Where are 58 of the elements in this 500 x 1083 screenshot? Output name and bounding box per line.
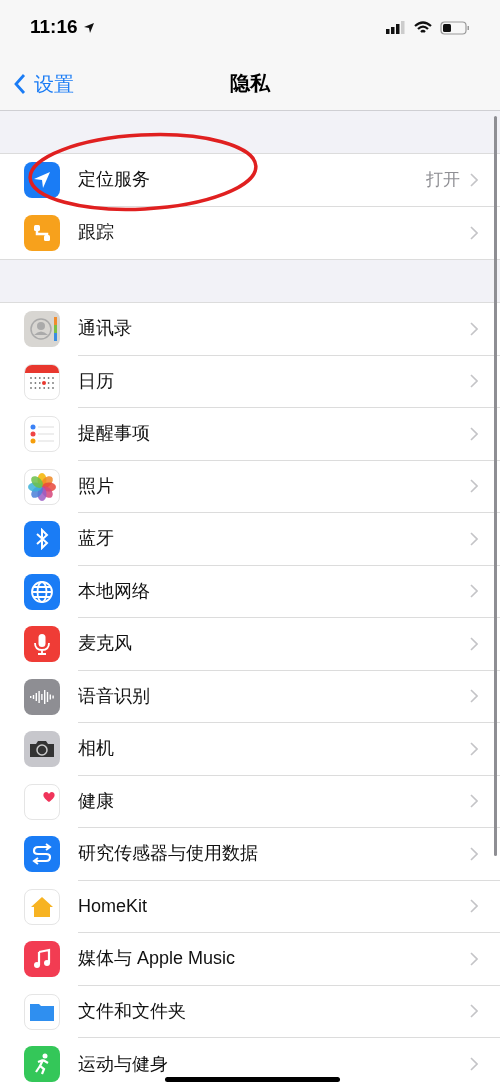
settings-row[interactable]: HomeKit — [0, 880, 500, 933]
chevron-icon — [470, 741, 478, 756]
settings-row[interactable]: 运动与健身 — [0, 1038, 500, 1083]
status-value: 打开 — [426, 169, 460, 191]
chevron-icon — [470, 172, 478, 187]
settings-row[interactable]: 文件和文件夹 — [0, 985, 500, 1038]
waveform-icon — [24, 678, 60, 715]
back-button[interactable]: 设置 — [14, 69, 74, 99]
settings-row[interactable]: 研究传感器与使用数据 — [0, 828, 500, 881]
status-time: 11:16 — [30, 15, 78, 40]
settings-row[interactable]: 定位服务 打开 — [0, 154, 500, 207]
settings-row[interactable]: 本地网络 — [0, 565, 500, 618]
chevron-icon — [470, 225, 478, 240]
back-chevron-icon — [14, 73, 26, 95]
settings-row[interactable]: 照片 — [0, 460, 500, 513]
location-arrow-icon — [82, 21, 95, 34]
chevron-icon — [470, 951, 478, 966]
settings-row[interactable]: 语音识别 — [0, 670, 500, 723]
chevron-icon — [470, 531, 478, 546]
chevron-icon — [470, 899, 478, 914]
sync-arrows-icon — [24, 836, 60, 873]
chevron-icon — [470, 584, 478, 599]
settings-row[interactable]: 健康 — [0, 775, 500, 828]
path-icon — [24, 214, 60, 251]
settings-row[interactable]: 跟踪 — [0, 206, 500, 259]
chevron-icon — [470, 636, 478, 651]
calendar-icon — [24, 363, 60, 400]
microphone-icon — [24, 626, 60, 663]
settings-row[interactable]: 通讯录 — [0, 303, 500, 356]
bluetooth-icon — [24, 521, 60, 558]
chevron-icon — [470, 321, 478, 336]
chevron-icon — [470, 1057, 478, 1072]
page-title: 隐私 — [230, 70, 270, 96]
settings-row[interactable]: 媒体与 Apple Music — [0, 933, 500, 986]
settings-row[interactable]: 相机 — [0, 723, 500, 776]
settings-row[interactable]: 麦克风 — [0, 618, 500, 671]
folder-icon — [24, 993, 60, 1030]
camera-icon — [24, 731, 60, 768]
globe-icon — [24, 573, 60, 610]
signal-icon — [386, 20, 406, 35]
chevron-icon — [470, 426, 478, 441]
chevron-icon — [470, 1004, 478, 1019]
flower-icon — [24, 468, 60, 505]
music-note-icon — [24, 941, 60, 978]
running-figure-icon — [24, 1046, 60, 1083]
chevron-icon — [470, 479, 478, 494]
chevron-icon — [470, 374, 478, 389]
battery-icon — [440, 20, 470, 35]
settings-row[interactable]: 蓝牙 — [0, 513, 500, 566]
settings-row[interactable]: 提醒事项 — [0, 408, 500, 461]
chevron-icon — [470, 794, 478, 809]
settings-row[interactable]: 日历 — [0, 355, 500, 408]
house-icon — [24, 888, 60, 925]
list-icon — [24, 416, 60, 453]
contact-book-icon — [24, 311, 60, 348]
chevron-icon — [470, 689, 478, 704]
wifi-icon — [414, 20, 432, 35]
chevron-icon — [470, 846, 478, 861]
